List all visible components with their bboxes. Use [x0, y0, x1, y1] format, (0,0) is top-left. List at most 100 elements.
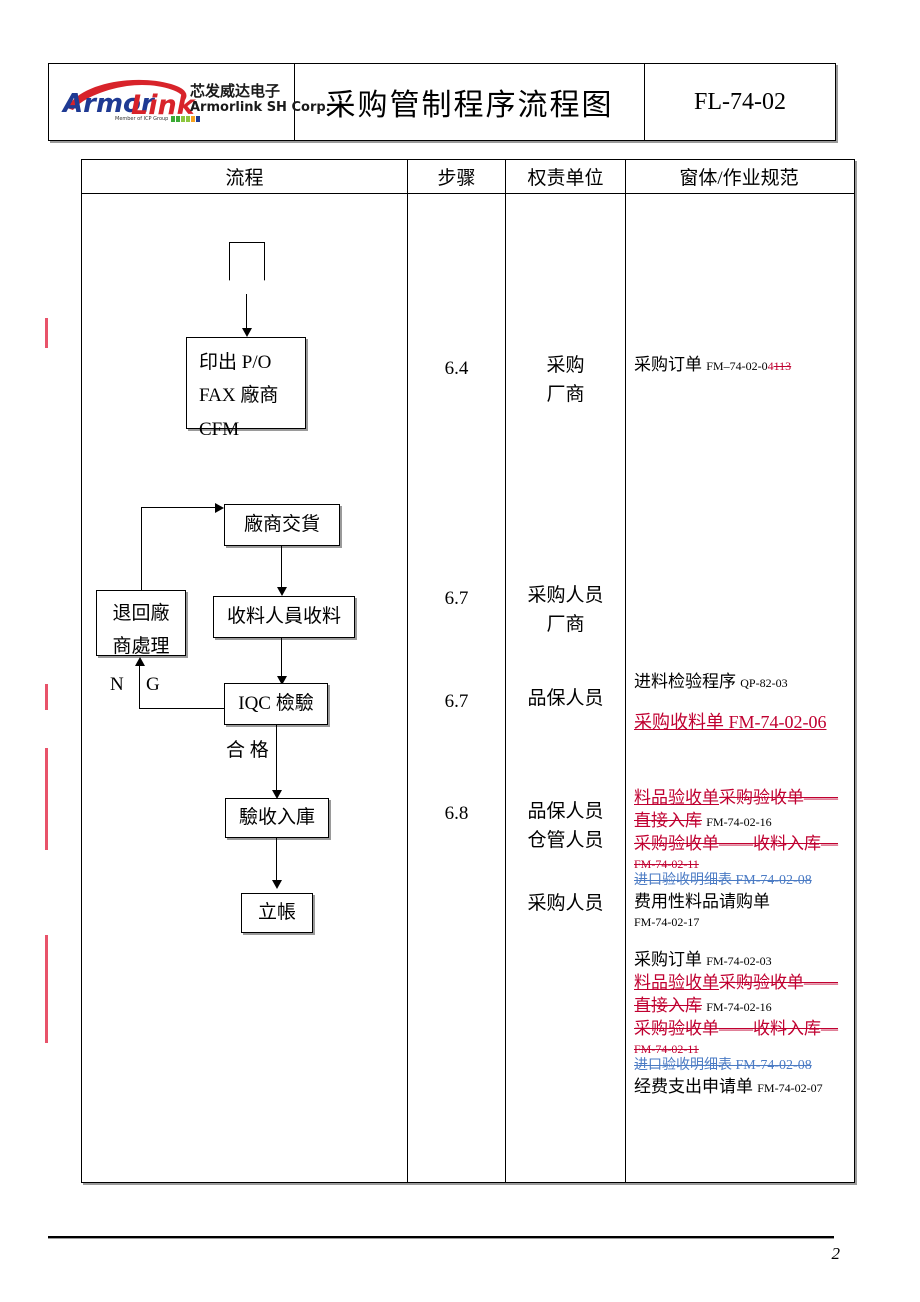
responsible-group-1: 采购 厂商	[506, 351, 625, 410]
form-name: 采购订单	[634, 950, 702, 969]
form-line: 料品验收单采购验收单——	[634, 972, 848, 995]
form-name: 经费支出申请单	[634, 1076, 753, 1096]
flow-arrow-right	[215, 503, 224, 513]
form-line: 经费支出申请单 FM-74-02-07	[634, 1076, 848, 1099]
form-name: 采购订单	[634, 355, 702, 374]
flow-box-receiver-receive: 收料人員收料	[213, 596, 355, 638]
form-name-inserted: 采购收料单 FM-74-02-06	[634, 711, 827, 732]
form-line: FM-74-02-11	[634, 1041, 848, 1057]
flow-box-print-po-line1: 印出 P/O	[199, 352, 272, 373]
step-value-68: 6.8	[444, 803, 469, 824]
table-body-row: 印出 P/O FAX 廠商 CFM 廠商交貨 收料人員收料 IQC 檢驗 退回廠…	[82, 194, 854, 1182]
form-name-deleted: 直接入库	[634, 995, 702, 1015]
form-name-inserted: 料品验收单	[634, 972, 719, 992]
document-title: 采购管制程序流程图	[295, 64, 645, 140]
form-code: QP-82-03	[740, 676, 788, 690]
form-code: FM-74-02-17	[634, 914, 700, 929]
form-code: FM-74-02-07	[757, 1080, 823, 1095]
forms-group-purchaser: 采购订单 FM-74-02-03 料品验收单采购验收单—— 直接入库 FM-74…	[634, 949, 848, 1099]
forms-group-68: 料品验收单采购验收单—— 直接入库 FM-74-02-16 采购验收单——收料入…	[634, 787, 848, 930]
flow-arrow-down	[277, 587, 287, 596]
form-line: 进口验收明细表 FM-74-02-08	[634, 1057, 848, 1076]
flow-box-post-account: 立帳	[241, 893, 313, 933]
form-code: FM–74-02-0	[706, 359, 768, 373]
form-line: 进料检验程序 QP-82-03	[634, 671, 848, 694]
revision-change-bar	[45, 935, 48, 1043]
flowchart-cell: 印出 P/O FAX 廠商 CFM 廠商交貨 收料人員收料 IQC 檢驗 退回廠…	[82, 194, 408, 1182]
responsible-group-4: 品保人员 仓管人员	[506, 797, 625, 856]
responsible-group-5: 采购人员	[506, 889, 625, 918]
flow-label-pass: 合 格	[226, 740, 269, 761]
flow-connector-line	[246, 294, 247, 332]
flow-label-ng-g: G	[146, 674, 160, 695]
table-header-row: 流程 步骤 权责单位 窗体/作业规范	[82, 160, 854, 194]
flow-arrow-up	[135, 657, 145, 666]
revision-change-bar	[45, 318, 48, 348]
flow-box-print-po-line2: FAX 廠商	[199, 385, 279, 407]
form-line: 直接入库 FM-74-02-16	[634, 810, 848, 833]
flow-arrow-down	[242, 328, 252, 337]
page-number: 2	[831, 1244, 841, 1263]
flow-box-return-vendor: 退回廠 商處理	[96, 590, 186, 657]
responsible-group-3: 品保人员	[506, 684, 625, 713]
responsible-group-2: 采购人员 厂商	[506, 581, 625, 640]
column-header-step: 步骤	[408, 160, 506, 193]
form-code-deleted: FM-74-02-11	[634, 856, 699, 871]
form-name-inserted: 料品验收单	[634, 788, 719, 807]
form-code: FM-74-02-16	[706, 999, 772, 1014]
form-name-deleted-blue: 进口验收明细表 FM-74-02-08	[634, 873, 812, 888]
flow-connector-line	[281, 638, 282, 680]
responsible-line: 品保人员	[527, 688, 604, 709]
revision-change-bar	[45, 748, 48, 850]
company-logo-cell: Armor Link Member of ICP Group 芯发威达电子 Ar…	[49, 64, 331, 140]
document-header: Armor Link Member of ICP Group 芯发威达电子 Ar…	[48, 63, 836, 141]
flow-ng-line-vertical	[139, 666, 140, 709]
flow-arrow-down	[272, 880, 282, 889]
form-name: 进料检验程序	[634, 672, 736, 691]
document-number: FL-74-02	[694, 88, 786, 115]
forms-cell: 采购订单 FM–74-02-04113 进料检验程序 QP-82-03 采购收料…	[626, 194, 852, 1182]
form-code-deleted: 113	[773, 359, 792, 373]
flow-loop-line-vertical	[141, 507, 142, 591]
logo-color-bars	[171, 116, 200, 122]
form-name-deleted: 采购验收单——收料入库—	[634, 1018, 838, 1038]
armorlink-logo: Armor Link Member of ICP Group 芯发威达电子 Ar…	[59, 74, 331, 130]
responsible-line: 厂商	[546, 614, 585, 636]
responsible-line: 厂商	[546, 384, 585, 406]
responsible-line: 仓管人员	[527, 830, 604, 852]
form-line: 直接入库 FM-74-02-16	[634, 995, 848, 1018]
logo-member-text: Member of ICP Group	[115, 116, 169, 122]
flow-ng-line-horizontal	[139, 708, 224, 709]
flow-connector-line	[276, 838, 277, 884]
revision-change-bar	[45, 684, 48, 710]
form-line: 采购订单 FM–74-02-04113	[634, 354, 848, 377]
form-code: FM-74-02-16	[706, 814, 772, 829]
logo-english-name: Armorlink SH Corp.	[190, 100, 331, 115]
step-value-67a: 6.7	[444, 588, 469, 609]
step-cell: 6.4 6.7 6.7 6.8	[408, 194, 506, 1182]
form-line: 费用性料品请购单	[634, 891, 848, 914]
column-header-responsible: 权责单位	[506, 160, 626, 193]
flow-box-iqc-inspection: IQC 檢驗	[224, 683, 328, 725]
responsible-line: 品保人员	[527, 801, 604, 822]
forms-group-67: 进料检验程序 QP-82-03 采购收料单 FM-74-02-06	[634, 671, 848, 734]
column-header-flow: 流程	[82, 160, 408, 193]
responsible-line: 采购人员	[527, 893, 604, 914]
document-page: Armor Link Member of ICP Group 芯发威达电子 Ar…	[0, 0, 920, 1302]
form-name-deleted: 采购验收单——	[719, 972, 838, 992]
flow-loop-line-horizontal	[141, 507, 215, 508]
form-line: 采购收料单 FM-74-02-06	[634, 710, 848, 734]
flow-box-print-po-line3: CFM	[199, 418, 240, 440]
flow-box-print-po: 印出 P/O FAX 廠商 CFM	[186, 337, 306, 440]
flow-label-ng-n: N	[110, 674, 124, 695]
form-line: 料品验收单采购验收单——	[634, 787, 848, 810]
responsible-line: 采购	[546, 355, 585, 376]
flow-box-accept-storage: 驗收入庫	[225, 798, 329, 838]
form-name-deleted: 采购验收单——	[719, 788, 838, 807]
form-line: 采购订单 FM-74-02-03	[634, 949, 848, 972]
flow-connector-line	[276, 725, 277, 794]
form-name-deleted: 直接入库	[634, 810, 702, 830]
form-code-deleted: FM-74-02-11	[634, 1041, 699, 1056]
responsible-cell: 采购 厂商 采购人员 厂商 品保人员 品保人员 仓管人员 采购人员	[506, 194, 626, 1182]
form-line: FM-74-02-11	[634, 856, 848, 872]
